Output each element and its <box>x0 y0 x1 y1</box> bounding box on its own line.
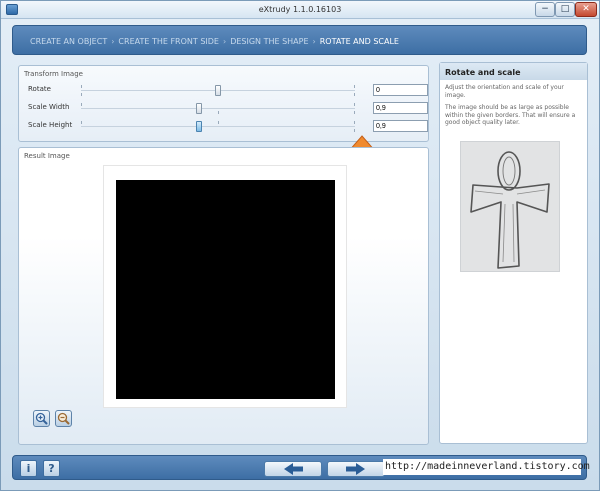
result-panel-title: Result Image <box>24 152 70 160</box>
zoom-out-button[interactable] <box>55 410 72 427</box>
scale-width-label: Scale Width <box>28 103 70 111</box>
help-header: Rotate and scale <box>440 63 587 80</box>
step-create-object[interactable]: CREATE AN OBJECT <box>30 37 107 46</box>
rotate-slider-thumb[interactable] <box>215 85 221 96</box>
close-button[interactable]: ✕ <box>575 2 597 17</box>
maximize-button[interactable]: □ <box>555 2 575 17</box>
breadcrumb-separator: › <box>111 37 115 46</box>
result-canvas[interactable] <box>103 165 347 408</box>
step-rotate-and-scale[interactable]: ROTATE AND SCALE <box>320 37 399 46</box>
minimize-button[interactable]: − <box>535 2 555 17</box>
wizard-breadcrumb: CREATE AN OBJECT › CREATE THE FRONT SIDE… <box>12 25 587 55</box>
watermark-url: http://madeinneverland.tistory.com <box>383 459 590 475</box>
rotate-row: Rotate <box>28 84 428 96</box>
scale-width-slider[interactable] <box>81 103 355 114</box>
arrow-left-icon <box>284 463 303 475</box>
help-paragraph-1: Adjust the orientation and scale of your… <box>445 84 564 99</box>
rotate-label: Rotate <box>28 85 51 93</box>
info-button[interactable]: i <box>20 460 37 477</box>
result-image-preview <box>116 180 335 399</box>
title-bar: eXtrudy 1.1.0.16103 − □ ✕ <box>1 1 599 19</box>
scale-width-slider-thumb[interactable] <box>195 103 202 114</box>
arrow-right-icon <box>346 463 365 475</box>
help-panel: Rotate and scale Adjust the orientation … <box>439 62 588 444</box>
scale-height-slider[interactable] <box>81 121 355 132</box>
scale-width-value-input[interactable] <box>373 102 428 114</box>
ankh-sketch-image <box>460 141 560 272</box>
result-image-panel: Result Image <box>18 147 429 445</box>
scale-height-row: Scale Height <box>28 120 428 132</box>
scale-height-label: Scale Height <box>28 121 73 129</box>
window-title: eXtrudy 1.1.0.16103 <box>258 5 342 14</box>
zoom-out-icon <box>57 412 70 425</box>
scale-width-row: Scale Width <box>28 102 428 114</box>
ankh-sketch-icon <box>461 142 559 271</box>
zoom-in-icon <box>35 412 48 425</box>
scale-height-slider-thumb[interactable] <box>195 121 202 132</box>
rotate-value-input[interactable] <box>373 84 428 96</box>
transform-image-panel: Transform Image Rotate Scale Width <box>18 65 429 142</box>
app-window: eXtrudy 1.1.0.16103 − □ ✕ CREATE AN OBJE… <box>0 0 600 491</box>
rotate-slider[interactable] <box>81 85 355 96</box>
help-button[interactable]: ? <box>43 460 60 477</box>
scale-height-value-input[interactable] <box>373 120 428 132</box>
help-paragraph-2: The image should be as large as possible… <box>445 104 576 126</box>
back-button[interactable] <box>264 461 322 477</box>
transform-panel-title: Transform Image <box>24 70 83 78</box>
breadcrumb-separator: › <box>312 37 316 46</box>
next-button[interactable] <box>327 461 385 477</box>
step-design-shape[interactable]: DESIGN THE SHAPE <box>230 37 308 46</box>
breadcrumb-separator: › <box>222 37 227 46</box>
zoom-in-button[interactable] <box>33 410 50 427</box>
step-create-front-side[interactable]: CREATE THE FRONT SIDE <box>118 37 219 46</box>
help-title: Rotate and scale <box>445 68 521 77</box>
